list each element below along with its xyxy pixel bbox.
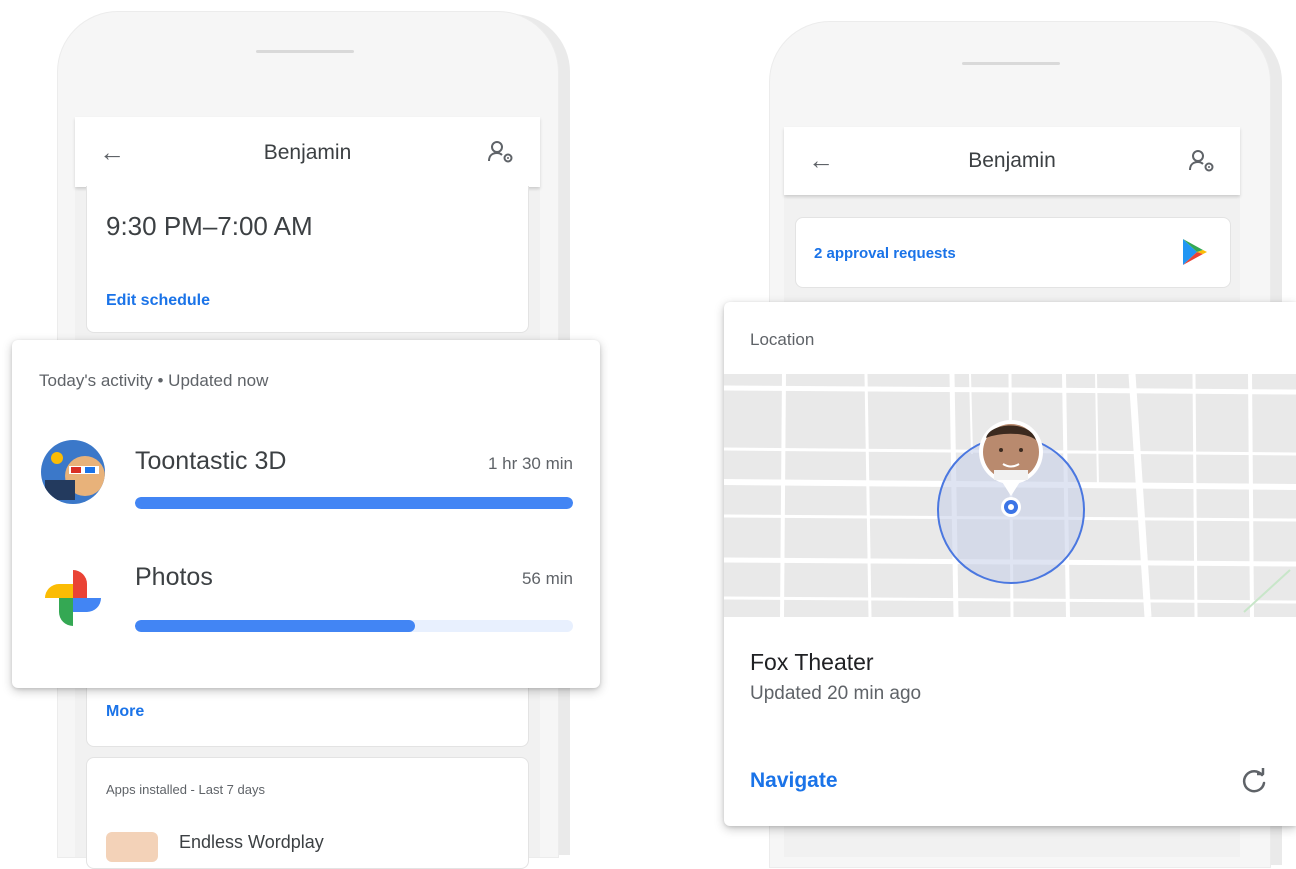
- activity-progress-bar: [135, 497, 573, 509]
- person-settings-icon[interactable]: [1188, 148, 1216, 179]
- endless-wordplay-icon: [106, 832, 158, 862]
- approval-requests-link[interactable]: 2 approval requests: [814, 245, 956, 262]
- play-store-icon: [1181, 237, 1209, 272]
- navigate-button[interactable]: Navigate: [750, 769, 838, 793]
- activity-progress-fill: [135, 497, 573, 509]
- activity-app-duration: 1 hr 30 min: [487, 454, 573, 473]
- location-map[interactable]: [724, 374, 1296, 617]
- person-settings-icon[interactable]: [487, 139, 515, 170]
- edit-schedule-link[interactable]: Edit schedule: [106, 292, 210, 310]
- left-phone-speaker: [256, 50, 354, 53]
- activity-progress-fill: [135, 620, 416, 632]
- activity-app-name[interactable]: Photos: [135, 563, 213, 592]
- right-phone-speaker: [962, 62, 1060, 65]
- refresh-icon[interactable]: [1240, 767, 1268, 800]
- apps-installed-first-name[interactable]: Endless Wordplay: [179, 832, 324, 853]
- right-app-bar-title: Benjamin: [968, 149, 1056, 172]
- apps-installed-card: Apps installed - Last 7 days Endless Wor…: [86, 757, 529, 869]
- apps-installed-header: Apps installed - Last 7 days: [106, 782, 265, 797]
- location-place: Fox Theater: [750, 649, 874, 675]
- toontastic-app-icon: [41, 440, 105, 504]
- left-app-bar: ← Benjamin: [75, 117, 540, 187]
- left-app-bar-title: Benjamin: [263, 141, 352, 164]
- schedule-time: 9:30 PM–7:00 AM: [106, 211, 313, 241]
- location-updated: Updated 20 min ago: [750, 683, 922, 704]
- google-photos-icon: [41, 566, 105, 630]
- activity-card: Today's activity • Updated now Toontasti…: [12, 340, 600, 688]
- right-app-bar: ← Benjamin: [784, 127, 1240, 195]
- more-link[interactable]: More: [106, 703, 144, 721]
- location-card: Location Fox Theater Updated 20 min ago …: [724, 302, 1296, 826]
- more-card: More: [86, 680, 529, 747]
- activity-header: Today's activity • Updated now: [39, 371, 269, 390]
- schedule-card: 9:30 PM–7:00 AM Edit schedule: [86, 186, 529, 333]
- activity-app-duration: 56 min: [521, 569, 573, 588]
- approval-requests-card[interactable]: 2 approval requests: [795, 217, 1231, 288]
- location-header: Location: [750, 330, 815, 349]
- location-avatar[interactable]: [979, 420, 1043, 484]
- activity-progress-bar: [135, 620, 573, 632]
- activity-app-name[interactable]: Toontastic 3D: [135, 447, 286, 476]
